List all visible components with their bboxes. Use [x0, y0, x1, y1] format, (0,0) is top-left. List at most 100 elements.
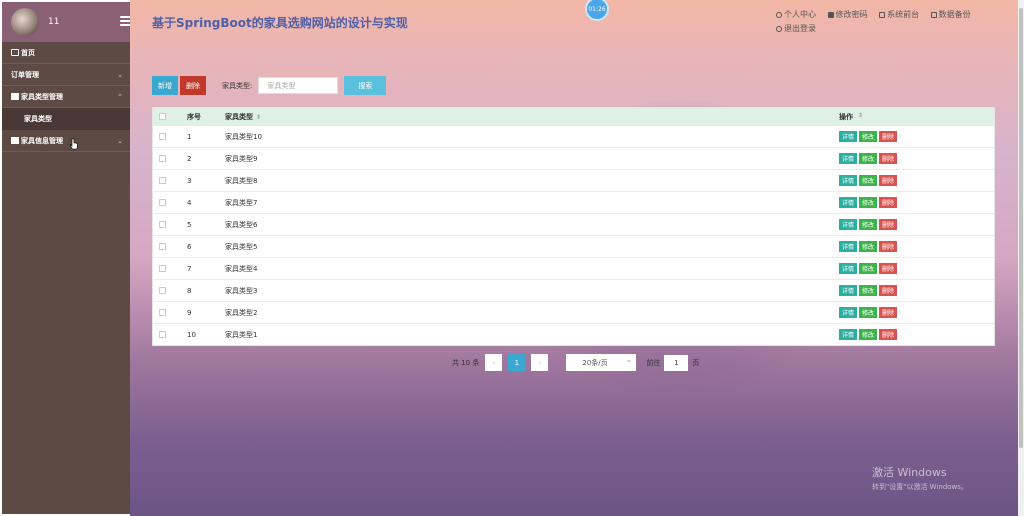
header-link-password[interactable]: 修改密码 [827, 9, 868, 20]
data-table: 序号 家具类型 ⇕ 操作 ⇕ 1 家具类型10 详情 修改 删除 2 家具类型9 详情 修改 删除 3 家… [152, 107, 995, 346]
row-delete-button[interactable]: 删除 [879, 131, 898, 142]
clock-badge: 01:26 [585, 0, 609, 21]
table-row: 4 家具类型7 详情 修改 删除 [153, 191, 994, 213]
detail-button[interactable]: 详情 [839, 131, 858, 142]
edit-button[interactable]: 修改 [859, 329, 878, 340]
avatar[interactable] [11, 8, 39, 36]
detail-button[interactable]: 详情 [839, 285, 858, 296]
edit-button[interactable]: 修改 [859, 153, 878, 164]
sidebar-item-home[interactable]: 首页 [2, 42, 130, 64]
col-header-type[interactable]: 家具类型 ⇕ [225, 112, 839, 122]
add-button[interactable]: 新增 [152, 76, 178, 95]
header-link-frontend[interactable]: 系统前台 [879, 9, 919, 20]
row-type: 家具类型10 [225, 132, 262, 141]
hand-cursor-icon [70, 138, 78, 150]
header-link-logout[interactable]: 退出登录 [776, 23, 816, 34]
edit-button[interactable]: 修改 [859, 131, 878, 142]
detail-button[interactable]: 详情 [839, 175, 858, 186]
username: 11 [48, 17, 60, 27]
home-icon [11, 49, 19, 56]
col-header-ops[interactable]: 操作 ⇕ [839, 112, 994, 122]
row-delete-button[interactable]: 删除 [879, 175, 898, 186]
row-no: 7 [187, 264, 192, 273]
table-row: 6 家具类型5 详情 修改 删除 [153, 235, 994, 257]
row-delete-button[interactable]: 删除 [879, 153, 898, 164]
sort-icon[interactable]: ⇕ [256, 114, 261, 121]
detail-button[interactable]: 详情 [839, 307, 858, 318]
header-link-backup[interactable]: 数据备份 [930, 9, 971, 20]
type-search-input[interactable]: 家具类型 [258, 77, 339, 94]
row-type: 家具类型2 [225, 308, 258, 317]
row-delete-button[interactable]: 删除 [879, 219, 898, 230]
pager-prev-button[interactable]: ‹ [485, 354, 503, 371]
row-checkbox[interactable] [159, 309, 166, 316]
row-checkbox[interactable] [159, 287, 166, 294]
table-row: 10 家具类型1 详情 修改 删除 [153, 323, 994, 345]
edit-button[interactable]: 修改 [859, 219, 878, 230]
delete-button[interactable]: 删除 [180, 76, 206, 95]
detail-button[interactable]: 详情 [839, 241, 858, 252]
edit-button[interactable]: 修改 [859, 285, 878, 296]
page-scrollbar[interactable] [1018, 0, 1024, 516]
row-delete-button[interactable]: 删除 [879, 307, 898, 318]
row-no: 9 [187, 308, 192, 317]
row-no: 2 [187, 154, 192, 163]
header-link-profile[interactable]: 个人中心 [776, 9, 816, 20]
row-delete-button[interactable]: 删除 [879, 197, 898, 208]
row-no: 6 [187, 242, 192, 251]
pager-page-1[interactable]: 1 [508, 354, 526, 371]
row-checkbox[interactable] [159, 243, 166, 250]
page-size-select[interactable]: 20条/页 [566, 354, 637, 371]
row-checkbox[interactable] [159, 221, 166, 228]
row-no: 10 [187, 330, 196, 339]
detail-button[interactable]: 详情 [839, 263, 858, 274]
pager-next-button[interactable]: › [531, 354, 549, 371]
chevron-down-icon: ⌄ [117, 136, 123, 145]
pager-goto-input[interactable]: 1 [664, 354, 689, 371]
table-row: 5 家具类型6 详情 修改 删除 [153, 213, 994, 235]
row-delete-button[interactable]: 删除 [879, 285, 898, 296]
sidebar-item-label: 家具类型管理 [21, 92, 63, 101]
row-delete-button[interactable]: 删除 [879, 329, 898, 340]
sidebar-item-furniture-type-mgmt[interactable]: 家具类型管理 ⌃ [2, 86, 130, 108]
type-filter-label: 家具类型: [222, 81, 253, 90]
edit-button[interactable]: 修改 [859, 307, 878, 318]
user-icon [776, 11, 782, 18]
sort-icon[interactable]: ⇕ [858, 112, 863, 122]
table-row: 1 家具类型10 详情 修改 删除 [153, 125, 994, 147]
row-checkbox[interactable] [159, 265, 166, 272]
row-checkbox[interactable] [159, 199, 166, 206]
detail-button[interactable]: 详情 [839, 219, 858, 230]
edit-button[interactable]: 修改 [859, 197, 878, 208]
detail-button[interactable]: 详情 [839, 153, 858, 164]
table-row: 9 家具类型2 详情 修改 删除 [153, 301, 994, 323]
row-checkbox[interactable] [159, 133, 166, 140]
table-row: 2 家具类型9 详情 修改 删除 [153, 147, 994, 169]
sidebar-item-label: 家具信息管理 [21, 136, 63, 145]
main-content: 基于SpringBoot的家具选购网站的设计与实现 01:26 个人中心 修改密… [130, 0, 1018, 516]
pagination: 共 10 条 ‹ 1 › 20条/页 前往 1 页 [452, 354, 699, 371]
header-links: 个人中心 修改密码 系统前台 数据备份 退出登录 [776, 9, 1006, 37]
row-type: 家具类型9 [225, 154, 258, 163]
edit-button[interactable]: 修改 [859, 263, 878, 274]
col-header-no: 序号 [187, 112, 201, 121]
select-all-checkbox[interactable] [159, 113, 166, 120]
table-row: 7 家具类型4 详情 修改 删除 [153, 257, 994, 279]
row-type: 家具类型6 [225, 220, 258, 229]
chevron-up-icon: ⌃ [117, 92, 123, 101]
row-checkbox[interactable] [159, 331, 166, 338]
row-checkbox[interactable] [159, 177, 166, 184]
row-checkbox[interactable] [159, 155, 166, 162]
search-button[interactable]: 搜索 [344, 76, 387, 95]
sidebar-item-orders[interactable]: 订单管理 ⌄ [2, 64, 130, 86]
sidebar-subitem-furniture-type[interactable]: 家具类型 [2, 108, 130, 130]
row-type: 家具类型4 [225, 264, 258, 273]
row-delete-button[interactable]: 删除 [879, 241, 898, 252]
edit-button[interactable]: 修改 [859, 175, 878, 186]
table-row: 3 家具类型8 详情 修改 删除 [153, 169, 994, 191]
row-delete-button[interactable]: 删除 [879, 263, 898, 274]
detail-button[interactable]: 详情 [839, 197, 858, 208]
edit-button[interactable]: 修改 [859, 241, 878, 252]
sidebar-item-furniture-info-mgmt[interactable]: 家具信息管理 ⌄ [2, 130, 130, 152]
detail-button[interactable]: 详情 [839, 329, 858, 340]
